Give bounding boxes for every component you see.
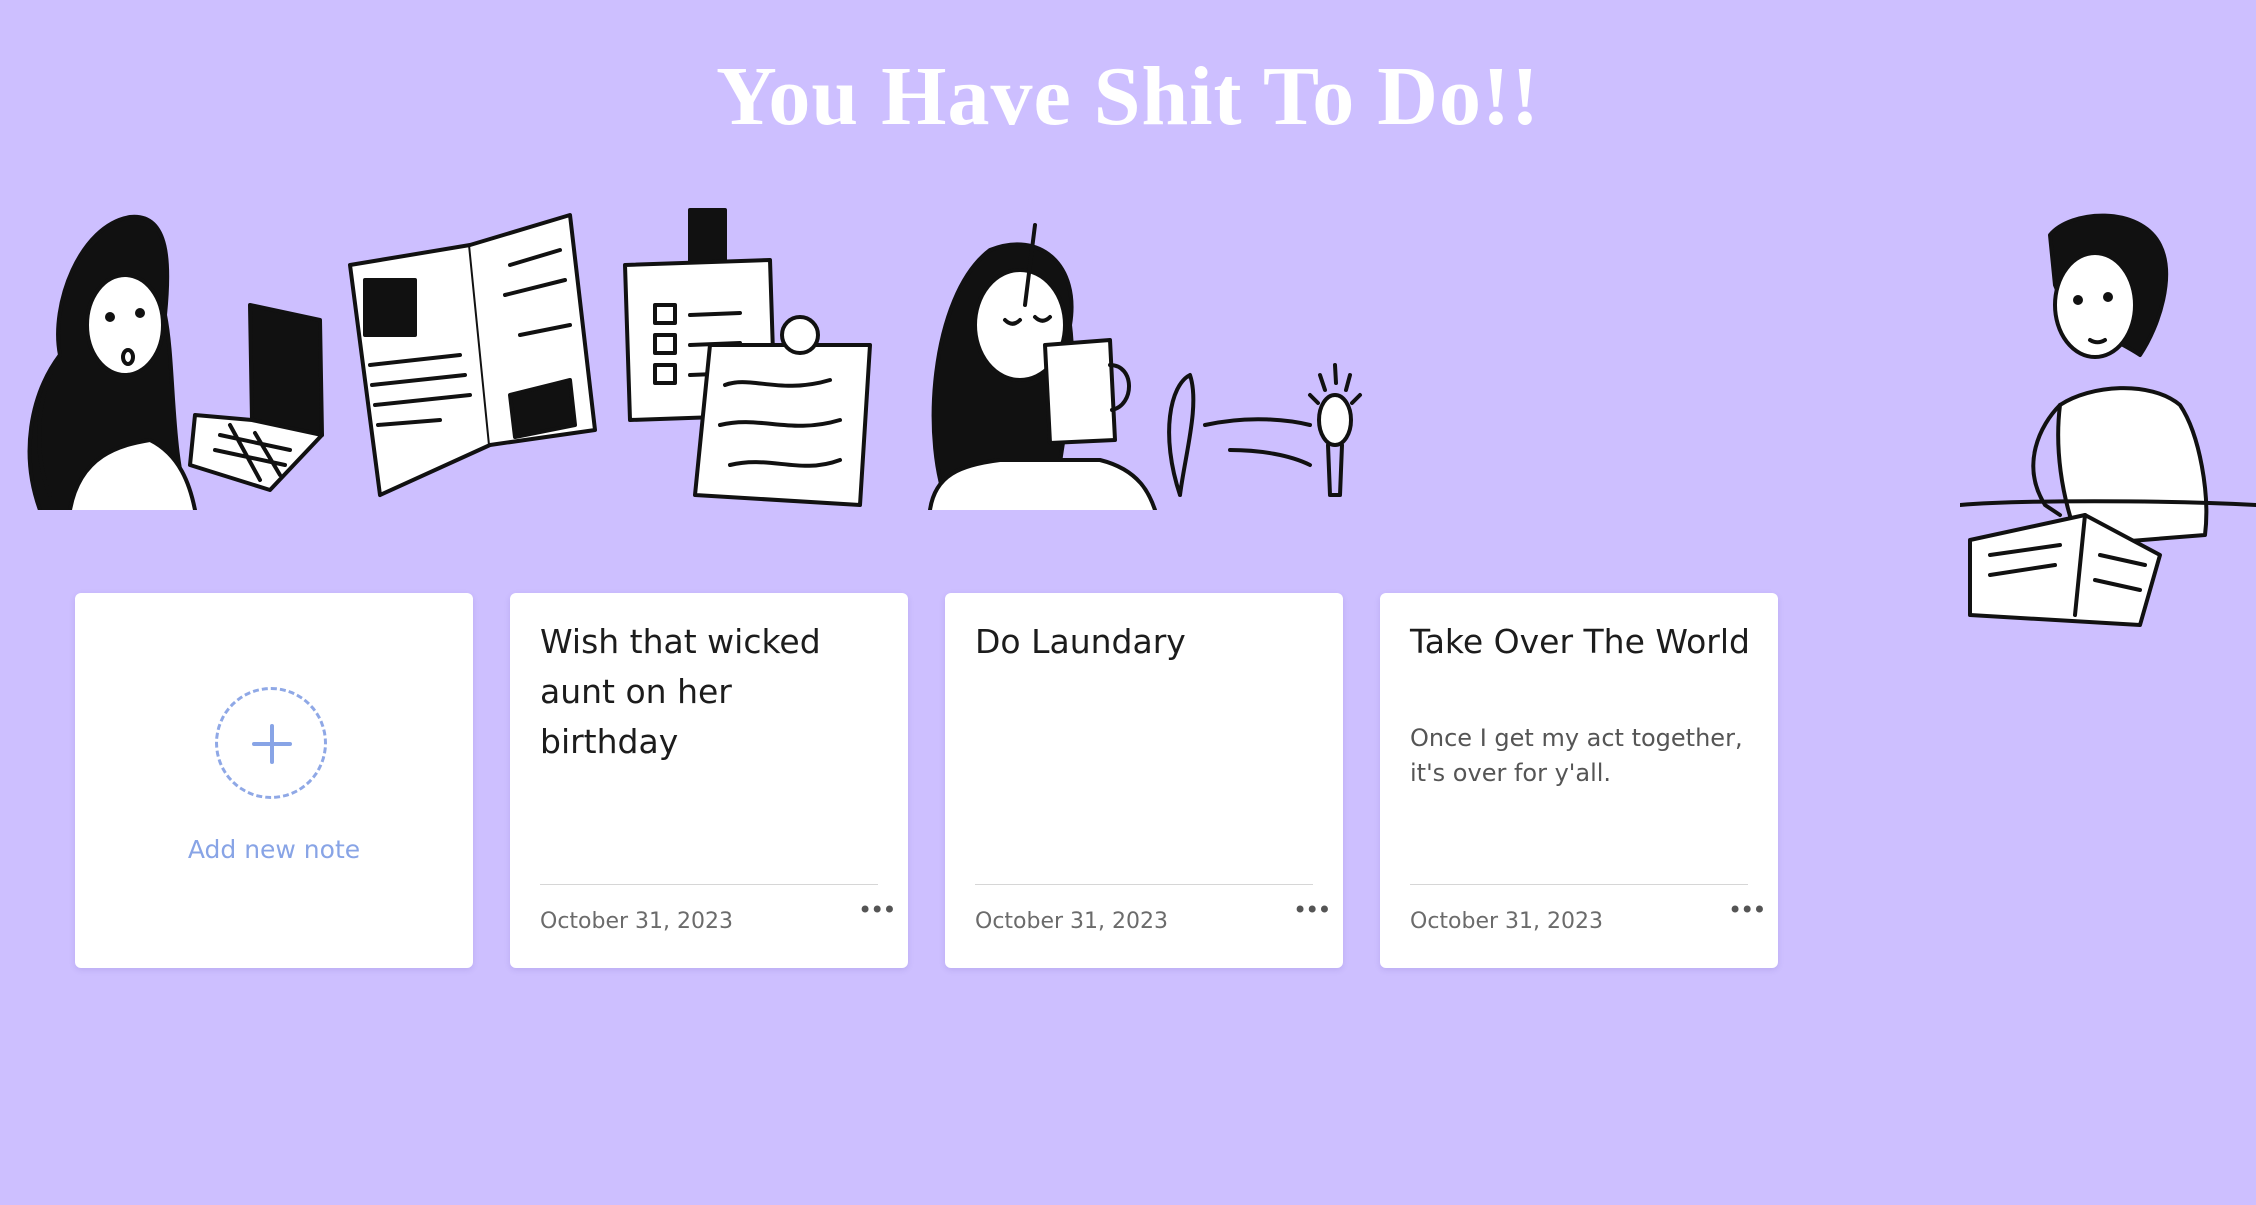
add-note-button[interactable] [215, 687, 327, 799]
note-date: October 31, 2023 [540, 909, 734, 934]
lightbulb-illustration [1167, 363, 1362, 497]
note-divider [1410, 884, 1748, 885]
note-divider [975, 884, 1313, 885]
checklist-illustration [623, 208, 872, 507]
note-divider [540, 884, 878, 885]
note-date: October 31, 2023 [975, 909, 1169, 934]
note-date: October 31, 2023 [1410, 909, 1604, 934]
note-description: Once I get my act together, it's over fo… [1410, 724, 1743, 787]
laptop-illustration [188, 303, 324, 492]
girl-coffee-illustration [928, 223, 1157, 510]
girl-reading-illustration [1960, 205, 2256, 630]
add-note-label: Add new note [187, 835, 361, 864]
note-card: Wish that wicked aunt on her birthday Oc… [510, 593, 908, 968]
plus-icon [252, 724, 292, 764]
doodle-banner [0, 205, 1370, 510]
note-title: Wish that wicked aunt on her birthday [540, 622, 821, 761]
more-dots-icon[interactable]: ••• [1728, 895, 1766, 925]
note-card: Do Laundary October 31, 2023 ••• [945, 593, 1343, 968]
note-title: Take Over The World [1410, 622, 1750, 661]
page-title: You Have Shit To Do!! [716, 50, 1540, 143]
more-dots-icon[interactable]: ••• [858, 895, 896, 925]
note-card: Take Over The World Once I get my act to… [1380, 593, 1778, 968]
add-note-card[interactable]: Add new note [75, 593, 473, 968]
more-dots-icon[interactable]: ••• [1293, 895, 1331, 925]
open-book-illustration [348, 213, 597, 497]
girl-phone-illustration [27, 214, 197, 510]
note-title: Do Laundary [975, 622, 1186, 661]
